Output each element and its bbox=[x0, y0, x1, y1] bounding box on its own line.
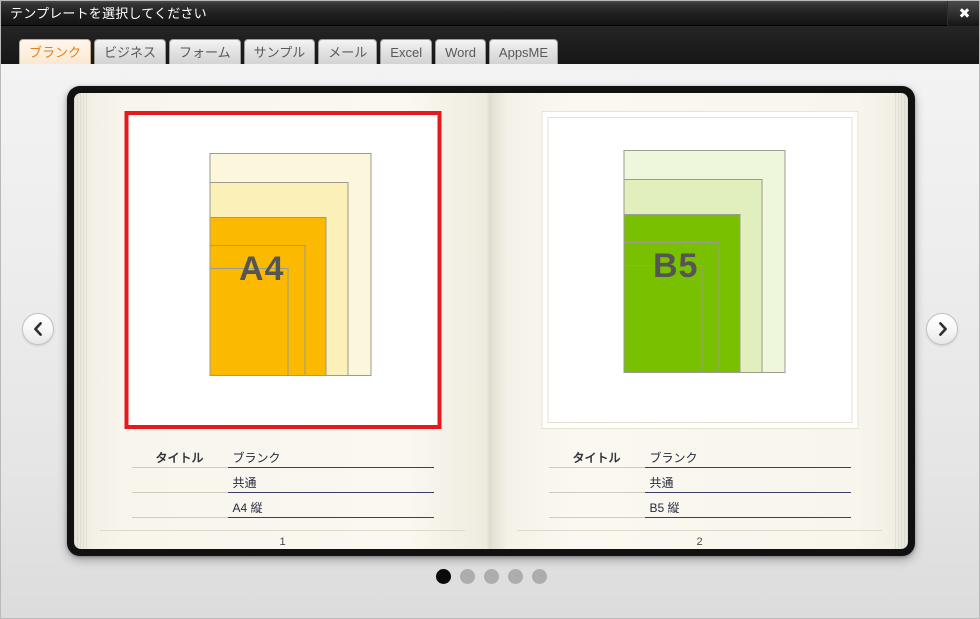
tab-label: ブランク bbox=[29, 44, 82, 60]
template-picker-dialog: テンプレートを選択してください ✖ ブランク ビジネス フォーム サンプル メール Exc… bbox=[0, 0, 980, 619]
page-number: 1 bbox=[279, 536, 286, 548]
tab-7[interactable]: AppsME bbox=[488, 39, 559, 64]
tab-6[interactable]: Word bbox=[435, 39, 486, 64]
close-icon[interactable]: ✖ bbox=[947, 1, 979, 26]
chevron-left-icon bbox=[32, 322, 45, 336]
tab-label: メール bbox=[328, 44, 368, 60]
book-page-2: B5 タイトル ブランク共通 B5 縦 2 bbox=[491, 93, 908, 549]
thumbnail-card[interactable]: B5 bbox=[541, 111, 858, 429]
meta-value: B5 縦 bbox=[644, 502, 851, 518]
next-page-button[interactable] bbox=[926, 313, 958, 345]
pager-dot-2[interactable] bbox=[483, 569, 499, 584]
tab-0[interactable]: ブランク bbox=[19, 39, 92, 64]
tab-5[interactable]: Excel bbox=[380, 39, 433, 64]
meta-row: A4 縦 bbox=[131, 493, 434, 518]
chevron-right-icon bbox=[936, 322, 949, 336]
book-spread: A4 タイトル ブランク 共通 A4 縦 1 B5 タイトル ブランク 共通 B5 縦2 bbox=[74, 93, 908, 549]
pager-dot-0[interactable] bbox=[435, 569, 451, 584]
tab-label: フォーム bbox=[179, 44, 231, 60]
paper-reflection bbox=[128, 378, 437, 424]
prev-page-button[interactable] bbox=[22, 313, 54, 345]
template-book: A4 タイトル ブランク 共通 A4 縦 1 B5 タイトル ブランク 共通 B5 縦2 bbox=[67, 86, 915, 556]
meta-row: タイトル ブランク bbox=[548, 443, 851, 468]
meta-row: 共通 bbox=[131, 468, 434, 493]
meta-key bbox=[131, 489, 228, 493]
meta-row: B5 縦 bbox=[548, 493, 851, 518]
tab-3[interactable]: サンプル bbox=[243, 39, 316, 64]
meta-row: 共通 bbox=[548, 468, 851, 493]
meta-value: 共通 bbox=[227, 477, 434, 493]
tab-4[interactable]: メール bbox=[318, 39, 378, 64]
tab-label: ビジネス bbox=[104, 44, 157, 60]
pagination-dots bbox=[1, 569, 979, 584]
dialog-title: テンプレートを選択してください bbox=[10, 5, 207, 21]
tab-bar: ブランク ビジネス フォーム サンプル メール Excel Word AppsME bbox=[1, 26, 979, 64]
meta-key: タイトル bbox=[548, 452, 645, 468]
meta-key bbox=[548, 489, 645, 493]
book-page-1: A4 タイトル ブランク共通 A4 縦 1 bbox=[74, 93, 491, 549]
paper-size-label: A4 bbox=[239, 250, 285, 288]
tab-label: Excel bbox=[390, 44, 423, 60]
tab-label: Word bbox=[445, 44, 476, 60]
paper-reflection bbox=[542, 375, 857, 421]
tab-label: AppsME bbox=[498, 44, 549, 60]
meta-key bbox=[131, 514, 228, 518]
pager-dot-3[interactable] bbox=[507, 569, 523, 584]
thumbnail-card-selected[interactable]: A4 bbox=[124, 111, 441, 429]
page-footer-divider bbox=[517, 530, 882, 531]
page-number: 2 bbox=[696, 536, 703, 548]
paper-size-graphic: A4 bbox=[128, 115, 437, 425]
paper-size-graphic: B5 bbox=[542, 112, 857, 428]
page-footer-divider bbox=[100, 530, 465, 531]
meta-value: ブランク bbox=[644, 452, 851, 468]
tab-1[interactable]: ビジネス bbox=[94, 39, 167, 64]
tab-label: サンプル bbox=[253, 44, 306, 60]
meta-key bbox=[548, 514, 645, 518]
meta-row: タイトル ブランク bbox=[131, 443, 434, 468]
content-area: A4 タイトル ブランク 共通 A4 縦 1 B5 タイトル ブランク 共通 B5 縦2 bbox=[1, 64, 979, 618]
meta-value: A4 縦 bbox=[227, 502, 434, 518]
paper-size-label: B5 bbox=[653, 247, 699, 285]
tab-2[interactable]: フォーム bbox=[169, 39, 241, 64]
titlebar: テンプレートを選択してください ✖ bbox=[1, 1, 979, 26]
template-meta: タイトル ブランク共通 A4 縦 bbox=[131, 443, 434, 518]
template-meta: タイトル ブランク共通 B5 縦 bbox=[548, 443, 851, 518]
template-thumbnail[interactable]: B5 bbox=[541, 111, 858, 429]
meta-value: 共通 bbox=[644, 477, 851, 493]
meta-value: ブランク bbox=[227, 452, 434, 468]
book-pages: A4 タイトル ブランク 共通 A4 縦 1 B5 タイトル ブランク 共通 B5 縦2 bbox=[74, 93, 908, 549]
pager-dot-1[interactable] bbox=[459, 569, 475, 584]
template-thumbnail[interactable]: A4 bbox=[124, 111, 441, 429]
meta-key: タイトル bbox=[131, 452, 228, 468]
pager-dot-4[interactable] bbox=[531, 569, 547, 584]
